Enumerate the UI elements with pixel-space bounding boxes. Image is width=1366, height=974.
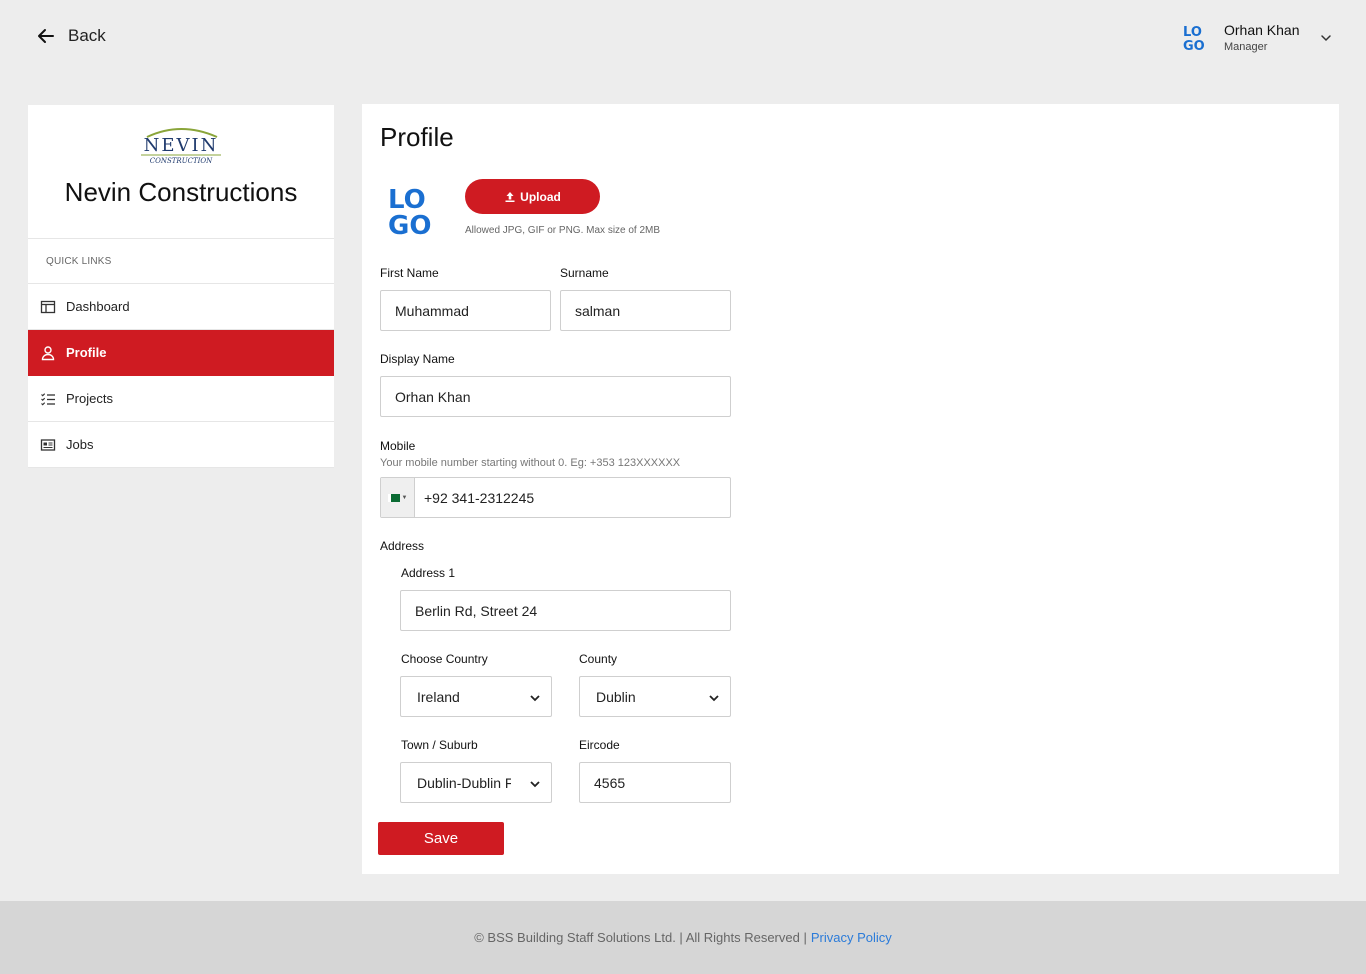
upload-label: Upload [520,189,561,204]
nevin-logo: NEVIN CONSTRUCTION [141,128,221,165]
jobs-icon [40,438,56,451]
country-code-selector[interactable]: ▼ [381,478,415,517]
upload-hint: Allowed JPG, GIF or PNG. Max size of 2MB [465,225,661,236]
user-icon [41,345,55,360]
company-name: Nevin Constructions [64,177,298,207]
upload-button[interactable]: Upload [465,179,600,214]
mobile-label: Mobile [380,439,416,453]
arrow-left-icon [38,29,54,43]
address1-input[interactable] [400,590,731,631]
display-name-input[interactable] [380,376,731,417]
address-label: Address [380,539,425,553]
sidebar-item-label: Profile [66,345,107,360]
sidebar-item-profile[interactable]: Profile [28,330,334,376]
first-name-input[interactable] [380,290,551,331]
user-name: Orhan Khan [1224,21,1300,38]
user-role: Manager [1224,40,1268,53]
town-select[interactable]: Dublin-Dublin F [400,762,552,803]
footer: © BSS Building Staff Solutions Ltd. | Al… [0,901,1366,974]
country-label: Choose Country [401,652,488,666]
chevron-down-icon [709,695,719,702]
sidebar-item-projects[interactable]: Projects [28,376,334,422]
svg-text:LO: LO [1183,25,1202,40]
upload-icon [505,191,515,202]
country-select[interactable]: Ireland [400,676,552,717]
save-button[interactable]: Save [378,822,504,855]
copyright-text: © BSS Building Staff Solutions Ltd. | Al… [474,930,807,945]
mobile-field[interactable]: ▼ +92 341-2312245 [380,477,731,518]
back-button[interactable]: Back [36,26,106,46]
checklist-icon [41,392,55,405]
town-label: Town / Suburb [401,738,478,752]
sidebar: NEVIN CONSTRUCTION Nevin Constructions Q… [28,105,334,468]
caret-down-icon: ▼ [401,494,408,501]
privacy-policy-link[interactable]: Privacy Policy [811,930,892,945]
quick-links-heading: QUICK LINKS [28,239,334,284]
company-logo-icon: LO GO [1183,25,1205,53]
sidebar-item-dashboard[interactable]: Dashboard [28,284,334,330]
county-label: County [579,652,618,666]
user-menu[interactable]: LO GO Orhan Khan Manager [1182,20,1342,56]
chevron-down-icon [530,781,540,788]
svg-text:CONSTRUCTION: CONSTRUCTION [150,157,213,165]
chevron-down-icon [530,695,540,702]
profile-card: Profile LO GO Upload Allowed JPG, GIF or… [362,104,1339,874]
address1-label: Address 1 [401,566,456,580]
surname-input[interactable] [560,290,731,331]
display-name-label: Display Name [380,352,455,366]
back-label: Back [68,26,106,45]
mobile-input[interactable]: +92 341-2312245 [415,478,534,517]
eircode-label: Eircode [579,738,620,752]
first-name-label: First Name [380,266,439,280]
town-select-value: Dublin-Dublin F [417,774,511,791]
county-select-value: Dublin [596,688,636,705]
svg-text:GO: GO [1183,39,1205,53]
sidebar-item-jobs[interactable]: Jobs [28,422,334,468]
sidebar-item-label: Jobs [66,437,94,452]
surname-label: Surname [560,266,609,280]
chevron-down-icon[interactable] [1320,32,1332,44]
mobile-hint: Your mobile number starting without 0. E… [380,457,681,469]
svg-text:GO: GO [388,211,431,236]
svg-text:NEVIN: NEVIN [144,135,219,156]
profile-logo-image: LO GO [388,185,431,236]
page-title: Profile [380,122,454,152]
eircode-input[interactable] [579,762,731,803]
country-select-value: Ireland [417,688,460,705]
sidebar-item-label: Projects [66,391,113,406]
pakistan-flag-icon [387,493,400,502]
county-select[interactable]: Dublin [579,676,731,717]
dashboard-icon [40,300,56,313]
brand: NEVIN CONSTRUCTION Nevin Constructions [28,105,334,239]
sidebar-item-label: Dashboard [66,299,130,314]
